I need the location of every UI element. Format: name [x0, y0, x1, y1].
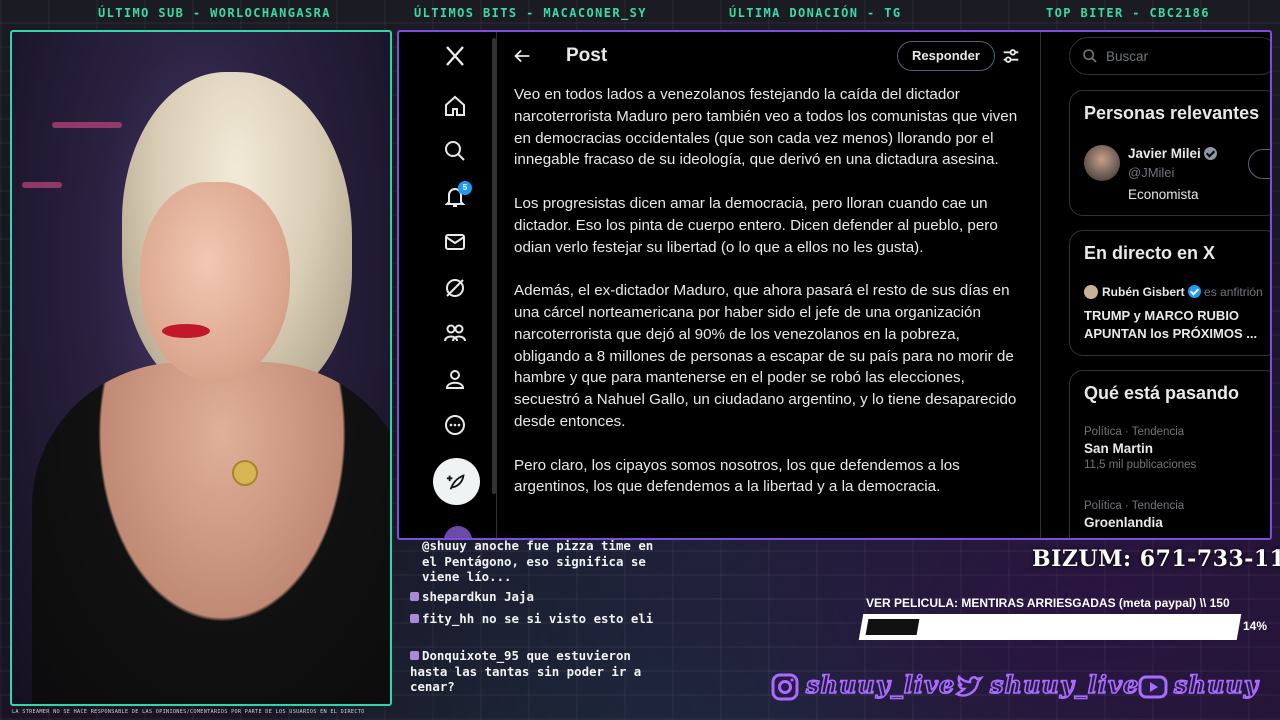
chat-message: shepardkun Jaja — [410, 589, 670, 605]
page-title: Post — [566, 45, 608, 66]
notifications-icon[interactable]: 5 — [433, 175, 477, 219]
sliders-icon[interactable] — [1000, 45, 1022, 67]
user-avatar[interactable] — [1084, 145, 1120, 181]
chat-badge-icon — [410, 592, 419, 601]
trend-item[interactable]: Política · Tendencia San Martin 11,5 mil… — [1084, 426, 1196, 471]
post-paragraph: Pero claro, los cipayos somos nosotros, … — [514, 456, 960, 496]
post-text: Veo en todos lados a venezolanos festeja… — [514, 84, 1029, 520]
goal-progress-bar — [858, 614, 1242, 640]
live-title: En directo en X — [1084, 243, 1216, 263]
youtube-icon — [1138, 675, 1168, 699]
social-handle: shuuy_live — [805, 669, 956, 700]
chat-message: Donquixote_95 que estuvieron hasta las t… — [410, 648, 670, 695]
instagram-icon — [771, 673, 799, 701]
browser-window: 5 Post Responder Veo en todos lados a ve… — [397, 30, 1272, 540]
chat-text: no se si visto esto eli — [481, 611, 654, 626]
x-sidebar-nav: 5 — [399, 32, 494, 538]
post-column: Post Responder Veo en todos lados a vene… — [496, 32, 1042, 538]
post-header: Post Responder — [497, 32, 1042, 80]
trend-name: Groenlandia — [1084, 515, 1163, 530]
profile-icon[interactable] — [433, 357, 477, 401]
trend-name: San Martin — [1084, 441, 1154, 456]
whats-happening-card: Qué está pasando Política · Tendencia Sa… — [1069, 370, 1270, 538]
relevant-people-title: Personas relevantes — [1084, 103, 1260, 123]
home-icon[interactable] — [433, 84, 477, 128]
trend-count: 11,5 mil publicaciones — [1084, 459, 1197, 471]
background-light — [52, 122, 122, 128]
compose-post-button[interactable] — [433, 458, 480, 505]
last-sub-text: ÚLTIMO SUB - WORLOCHANGASRA — [98, 6, 331, 20]
host-name: Rubén Gisbert — [1102, 285, 1185, 299]
chat-badge-icon — [410, 614, 419, 623]
chat-text: Jaja — [504, 589, 534, 604]
host-role: es anfitrión — [1204, 285, 1263, 299]
disclaimer-text: LA STREAMER NO SE HACE RESPONSABLE DE LA… — [12, 709, 365, 715]
twitter-bird-icon — [954, 674, 984, 697]
relevant-people-card: Personas relevantes Javier Milei @JMilei… — [1069, 90, 1270, 216]
messages-icon[interactable] — [433, 220, 477, 264]
chat-message: fity_hh no se si visto esto eli — [410, 611, 670, 627]
feather-plus-icon — [446, 473, 465, 490]
trend-context: Política · Tendencia — [1084, 500, 1185, 512]
follow-button[interactable] — [1248, 149, 1270, 179]
x-logo-icon[interactable] — [433, 34, 477, 78]
search-icon[interactable] — [433, 129, 477, 173]
top-biter-text: TOP BITER - CBC2186 — [1046, 6, 1210, 20]
pendant-necklace — [232, 460, 258, 486]
grok-icon[interactable] — [433, 266, 477, 310]
trends-title: Qué está pasando — [1084, 383, 1240, 403]
user-handle: @JMilei — [1128, 165, 1175, 180]
goal-label: VER PELICULA: MENTIRAS ARRIESGADAS (meta… — [866, 596, 1230, 610]
verified-badge-icon — [1187, 285, 1201, 298]
bizum-number: BIZUM: 671-733-111 — [1032, 546, 1280, 572]
user-name-row[interactable]: Javier Milei — [1128, 146, 1217, 161]
back-arrow-icon[interactable] — [511, 45, 533, 67]
background-light — [22, 182, 62, 188]
trend-context: Política · Tendencia — [1084, 426, 1185, 438]
host-row[interactable]: Rubén Gisbert es anfitrión — [1102, 285, 1263, 299]
verified-badge-icon — [1203, 147, 1217, 160]
chat-badge-icon — [410, 651, 419, 660]
goal-percent: 14% — [1243, 619, 1268, 633]
post-paragraph: Veo en todos lados a venezolanos festeja… — [514, 86, 1018, 169]
live-on-x-card: En directo en X Rubén Gisbert es anfitri… — [1069, 230, 1270, 356]
chat-user: shepardkun — [422, 589, 497, 604]
chat-text: @shuuy anoche fue pizza time en el Pentá… — [422, 538, 654, 584]
social-handle: shuuy_live — [989, 669, 1140, 700]
right-sidebar: Buscar Personas relevantes Javier Milei … — [1042, 32, 1270, 538]
goal-progress-fill — [865, 619, 920, 635]
social-handle: shuuy — [1173, 669, 1259, 700]
post-paragraph: Además, el ex-dictador Maduro, que ahora… — [514, 282, 1017, 430]
streamer-body — [32, 362, 390, 704]
notification-badge: 5 — [458, 181, 472, 195]
streamer-lips — [162, 324, 210, 338]
live-headline[interactable]: TRUMP y MARCO RUBIO APUNTAN los PRÓXIMOS… — [1084, 307, 1270, 343]
user-bio: Economista — [1128, 187, 1199, 202]
chat-user: fity_hh — [422, 611, 475, 626]
search-icon — [1083, 49, 1097, 63]
host-avatar — [1084, 285, 1098, 299]
webcam-frame — [10, 30, 392, 706]
last-donation-text: ÚLTIMA DONACIÓN - TG — [729, 6, 902, 20]
trend-item[interactable]: Política · Tendencia Groenlandia — [1084, 500, 1184, 530]
more-icon[interactable] — [433, 403, 477, 447]
last-bits-text: ÚLTIMOS BITS - MACACONER_SY — [414, 6, 647, 20]
search-placeholder: Buscar — [1106, 48, 1149, 64]
post-paragraph: Los progresistas dicen amar la democraci… — [514, 194, 998, 256]
search-box[interactable]: Buscar — [1069, 37, 1270, 75]
chat-message: @shuuy anoche fue pizza time en el Pentá… — [410, 538, 670, 585]
streamer-face — [140, 182, 290, 382]
stream-ticker: ÚLTIMO SUB - WORLOCHANGASRA ÚLTIMOS BITS… — [0, 0, 1280, 28]
reply-button[interactable]: Responder — [897, 41, 995, 71]
chat-user: Donquixote_95 — [422, 648, 519, 663]
communities-icon[interactable] — [433, 311, 477, 355]
stream-chat: @shuuy anoche fue pizza time en el Pentá… — [410, 538, 670, 720]
user-name: Javier Milei — [1128, 146, 1201, 161]
